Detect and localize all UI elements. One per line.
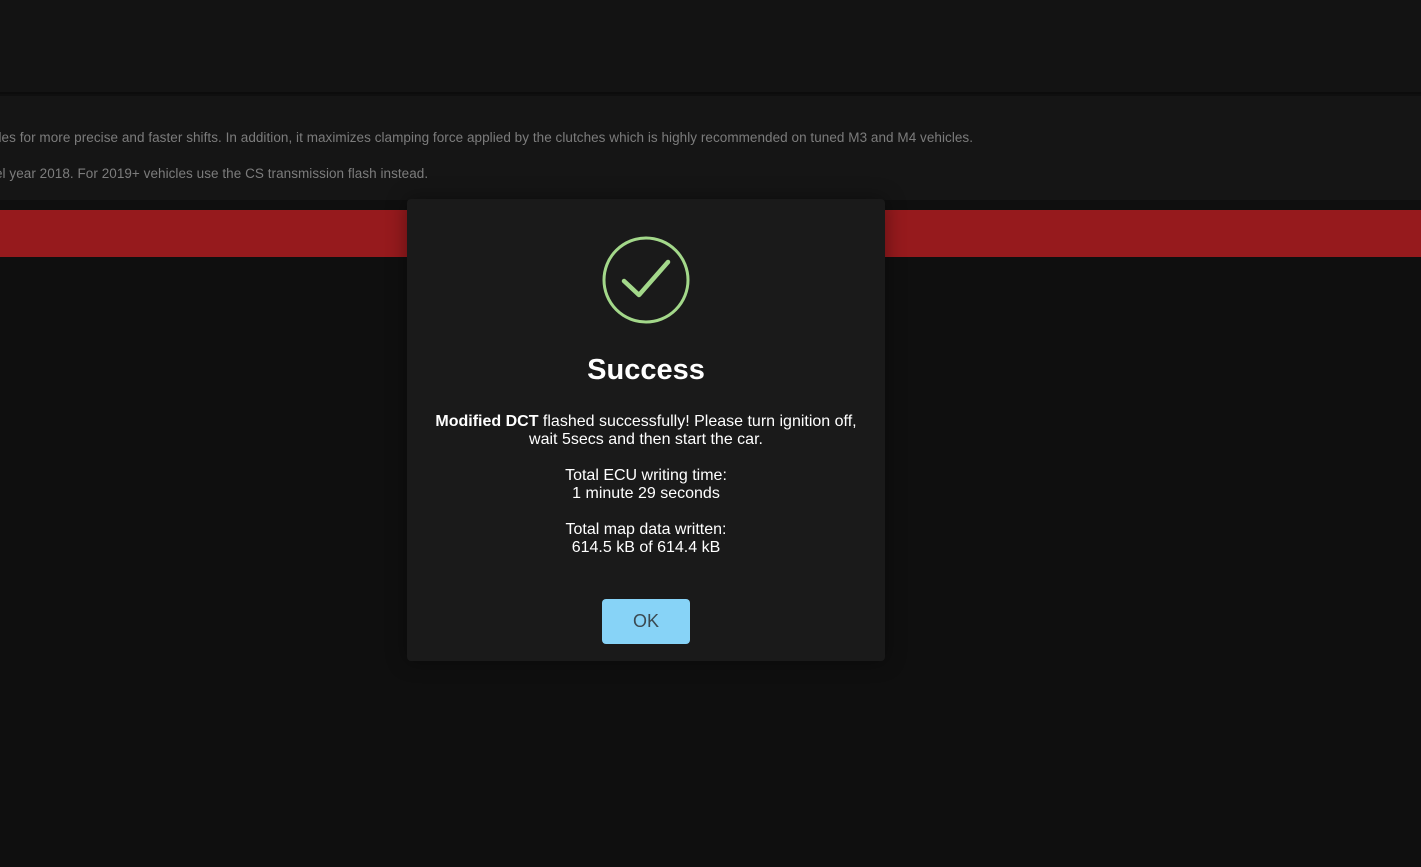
map-data-label: Total map data written: <box>565 521 727 538</box>
flash-result-text-1: flashed successfully! Please turn igniti… <box>538 413 857 430</box>
flashed-item-name: Modified DCT <box>435 413 539 430</box>
app-root: des for more precise and faster shifts. … <box>0 0 1421 867</box>
flash-result-text-2: wait 5secs and then start the car. <box>529 431 763 448</box>
description-line-2: el year 2018. For 2019+ vehicles use the… <box>0 166 429 181</box>
writing-time-block: Total ECU writing time: 1 minute 29 seco… <box>427 467 865 503</box>
map-data-block: Total map data written: 614.5 kB of 614.… <box>427 521 865 557</box>
flash-result-message: Modified DCT flashed successfully! Pleas… <box>427 413 865 449</box>
top-header <box>0 0 1421 94</box>
flash-description-panel: des for more precise and faster shifts. … <box>0 96 1421 200</box>
map-data-value: 614.5 kB of 614.4 kB <box>571 539 721 556</box>
check-circle-icon <box>602 236 690 324</box>
ok-button[interactable]: OK <box>602 599 690 644</box>
success-dialog: Success Modified DCT flashed successfull… <box>407 199 885 661</box>
dialog-title: Success <box>587 354 705 386</box>
dialog-message: Modified DCT flashed successfully! Pleas… <box>427 413 865 575</box>
writing-time-value: 1 minute 29 seconds <box>572 485 720 502</box>
description-line-1: des for more precise and faster shifts. … <box>0 130 974 145</box>
writing-time-label: Total ECU writing time: <box>565 467 727 484</box>
